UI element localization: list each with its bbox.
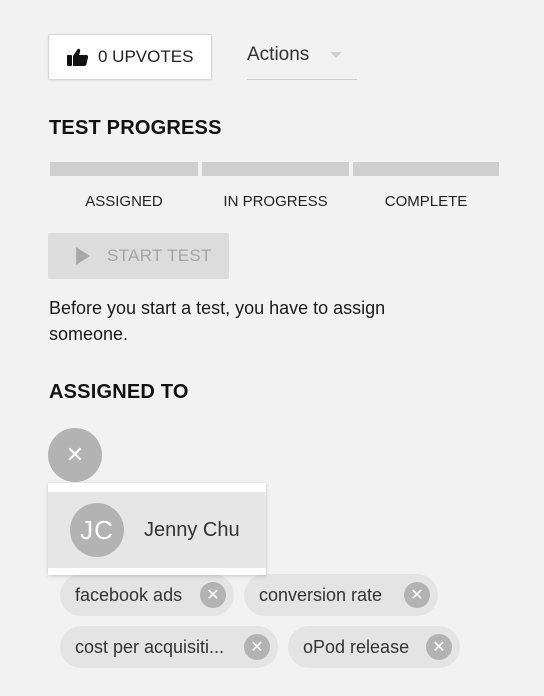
assigned-to-title: ASSIGNED TO xyxy=(49,381,189,403)
tag-cost-per-acquisition: cost per acquisiti... ✕ xyxy=(60,626,278,668)
tag-label: oPod release xyxy=(303,636,410,657)
close-icon[interactable]: ✕ xyxy=(200,582,226,608)
assign-hint-text: Before you start a test, you have to ass… xyxy=(49,298,386,344)
progress-segment-in-progress xyxy=(202,162,349,176)
chevron-down-icon xyxy=(330,52,342,58)
actions-dropdown[interactable]: Actions xyxy=(247,40,357,80)
step-label-in-progress: IN PROGRESS xyxy=(223,193,328,210)
tag-facebook-ads: facebook ads ✕ xyxy=(60,574,234,616)
thumbs-up-icon xyxy=(67,48,89,66)
tag-conversion-rate: conversion rate ✕ xyxy=(244,574,438,616)
tag-label: facebook ads xyxy=(75,584,183,605)
assignee-dropdown: JC Jenny Chu xyxy=(48,483,266,575)
test-progress-title: TEST PROGRESS xyxy=(49,117,222,139)
start-test-label: START TEST xyxy=(107,246,212,265)
step-label-complete: COMPLETE xyxy=(384,193,468,210)
upvote-count: 0 UPVOTES xyxy=(98,47,194,66)
tag-label: cost per acquisiti... xyxy=(75,636,225,657)
assignee-name: Jenny Chu xyxy=(144,518,240,541)
step-label-assigned: ASSIGNED xyxy=(85,193,163,210)
progress-segment-complete xyxy=(353,162,499,176)
close-icon[interactable]: ✕ xyxy=(404,582,430,608)
close-icon[interactable]: ✕ xyxy=(426,634,452,660)
avatar: JC xyxy=(70,503,124,557)
tag-opod-release: oPod release ✕ xyxy=(288,626,460,668)
close-icon: ✕ xyxy=(65,442,85,467)
progress-segment-assigned xyxy=(50,162,198,176)
close-icon[interactable]: ✕ xyxy=(244,634,270,660)
play-icon xyxy=(76,247,90,265)
tag-label: conversion rate xyxy=(259,584,383,605)
assignee-option-jenny-chu[interactable]: JC Jenny Chu xyxy=(48,492,266,568)
assignee-clear-button[interactable]: ✕ xyxy=(48,428,102,482)
actions-label: Actions xyxy=(247,44,310,65)
upvote-button[interactable]: 0 UPVOTES xyxy=(48,34,212,80)
start-test-button[interactable]: START TEST xyxy=(48,233,229,279)
